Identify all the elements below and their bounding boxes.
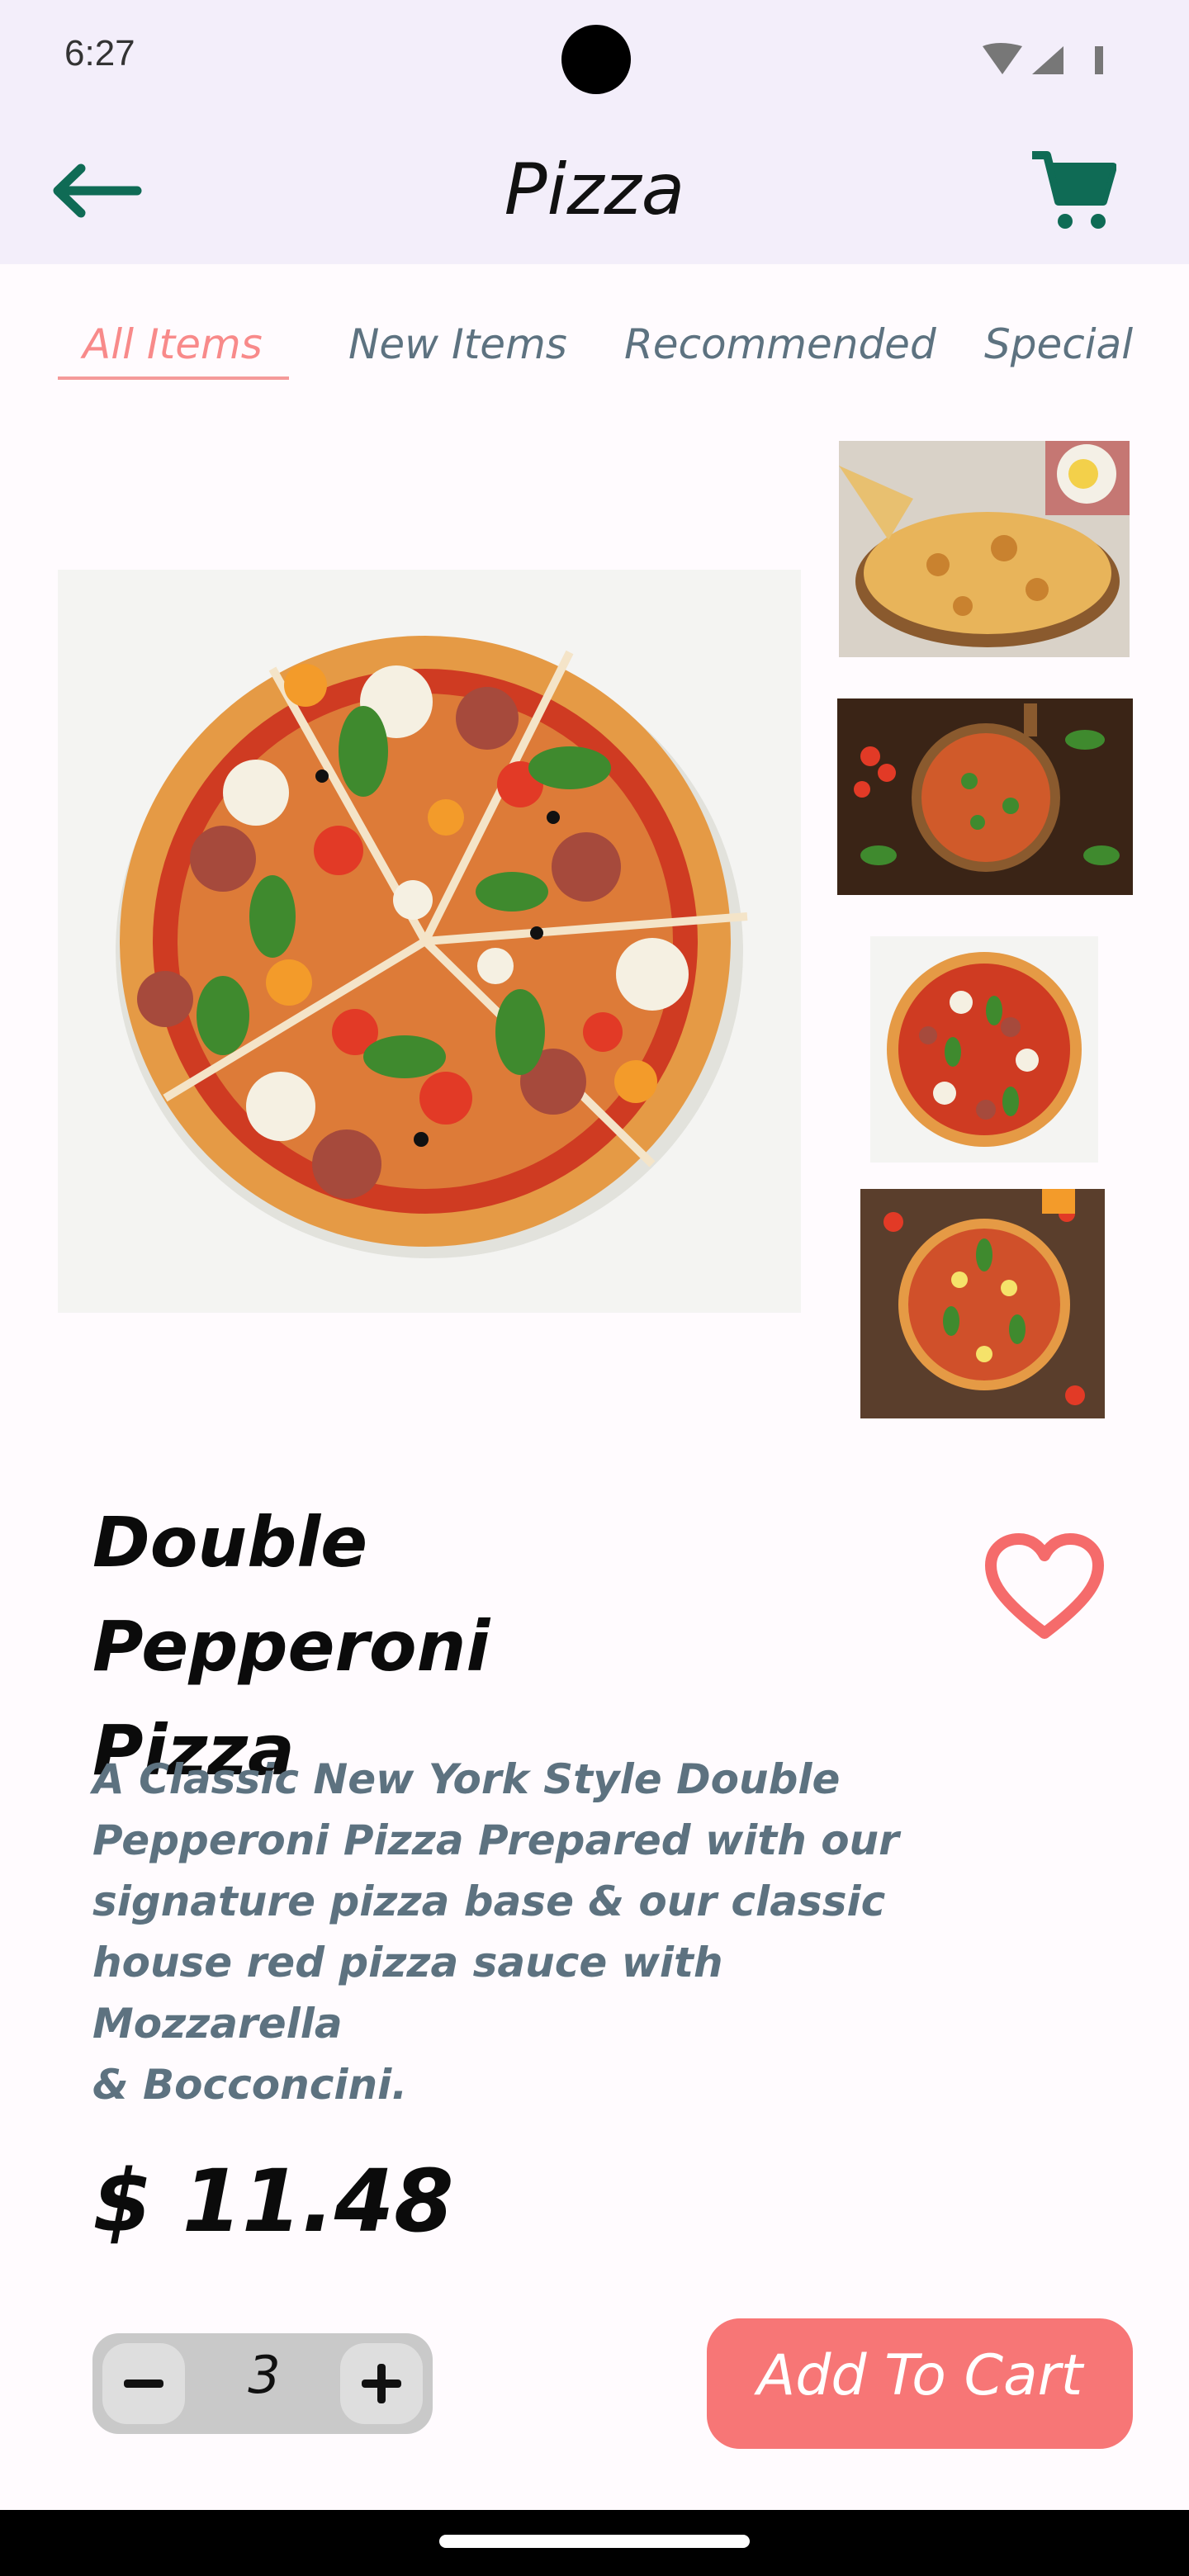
favorite-heart-icon[interactable] (984, 1532, 1105, 1643)
camera-cutout (561, 25, 631, 94)
description-line: A Classic New York Style Double (92, 1755, 841, 1803)
plus-icon (362, 2364, 401, 2403)
description-line: house red pizza sauce with Mozzarella (92, 1939, 723, 2048)
description-line: signature pizza base & our classic (92, 1878, 886, 1925)
tab-active-indicator (58, 376, 289, 380)
home-gesture-handle[interactable] (439, 2535, 750, 2548)
thumbnail-1[interactable] (839, 441, 1130, 657)
status-time: 6:27 (64, 33, 135, 73)
thumbnail-2[interactable] (837, 698, 1133, 895)
decrement-button[interactable] (102, 2343, 185, 2424)
tab-all-items[interactable]: All Items (83, 320, 263, 368)
quantity-value: 3 (248, 2345, 281, 2405)
increment-button[interactable] (340, 2343, 423, 2424)
tab-recommended[interactable]: Recommended (624, 320, 936, 368)
tab-new-items[interactable]: New Items (348, 320, 567, 368)
thumbnail-4[interactable] (860, 1189, 1105, 1418)
product-price: $ 11.48 (92, 2151, 454, 2252)
minus-icon (124, 2379, 163, 2388)
add-to-cart-label: Add To Cart (756, 2343, 1083, 2408)
wifi-icon (983, 43, 1022, 74)
page-title: Pizza (504, 149, 685, 231)
cart-icon[interactable] (1030, 150, 1116, 233)
status-icons (983, 43, 1103, 74)
description-line: & Bocconcini. (92, 2061, 408, 2109)
battery-icon (1095, 46, 1103, 74)
description-line: Pepperoni Pizza Prepared with our (92, 1816, 899, 1864)
tab-special[interactable]: Special (984, 320, 1133, 368)
thumbnail-3[interactable] (870, 936, 1098, 1163)
product-name-line-1: Double Pepperoni (92, 1502, 490, 1687)
main-product-image (58, 570, 801, 1313)
signal-icon (1032, 46, 1063, 74)
product-description: A Classic New York Style Double Pepperon… (92, 1749, 902, 2115)
